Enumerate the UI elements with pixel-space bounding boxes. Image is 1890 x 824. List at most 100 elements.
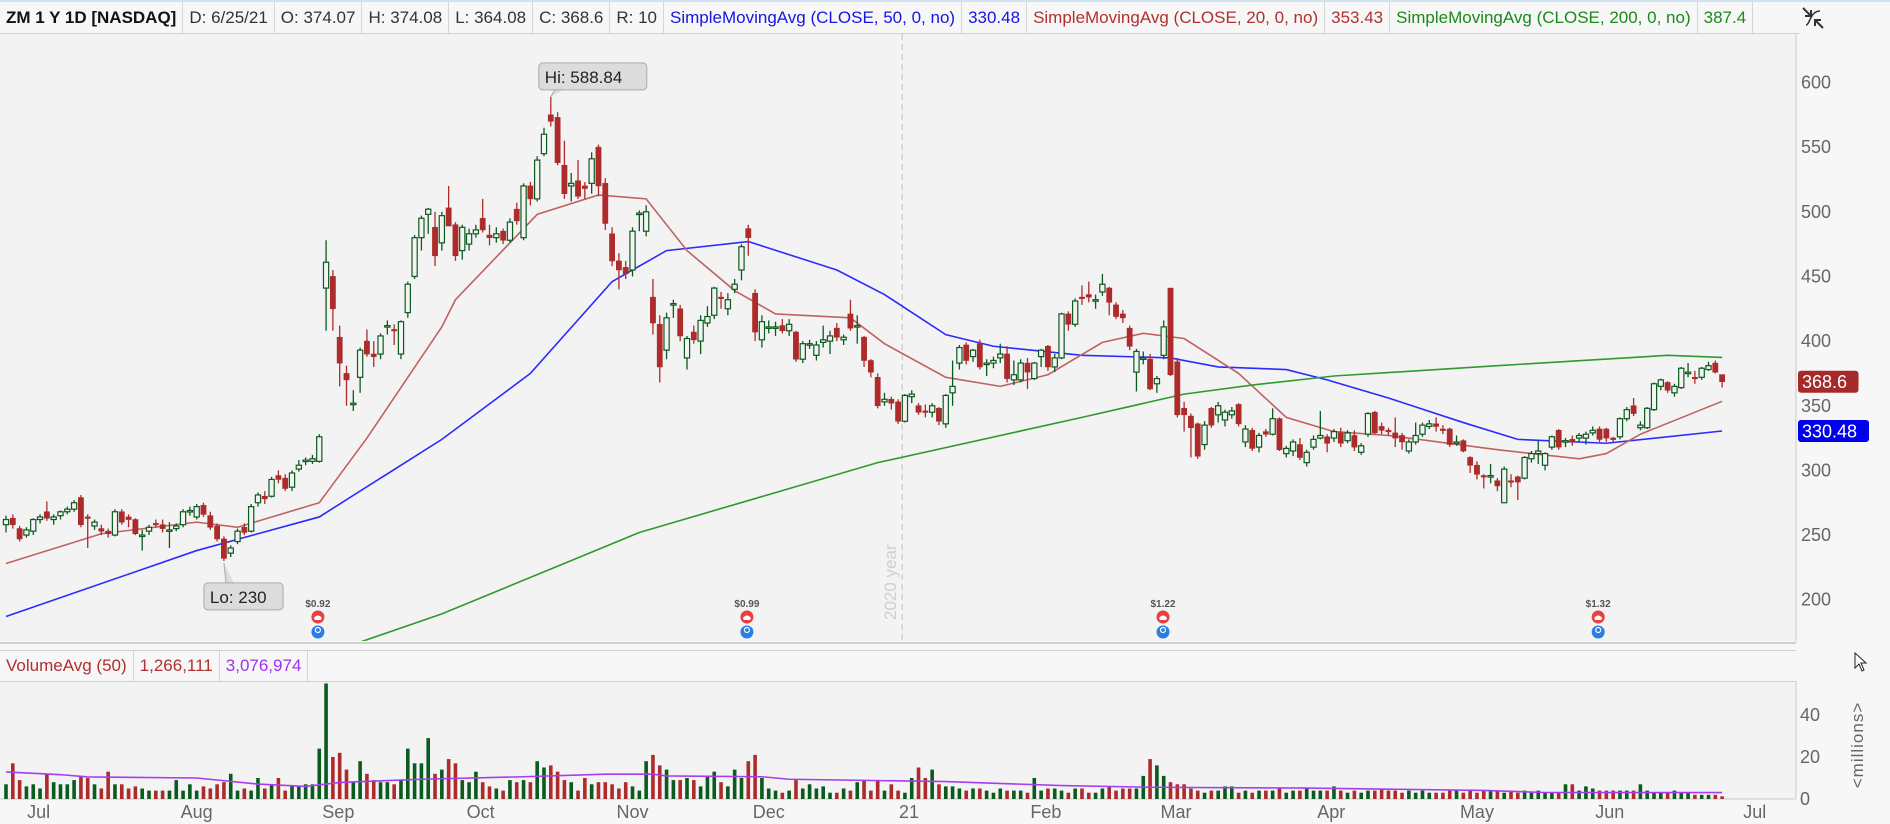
- volume-bar: [460, 780, 465, 799]
- candle-body: [1637, 424, 1644, 429]
- candle: [1419, 422, 1426, 437]
- candle-body: [1357, 445, 1365, 453]
- volume-bar: [562, 780, 567, 799]
- x-axis-month-label: Jul: [27, 802, 50, 822]
- candle-body: [793, 331, 799, 360]
- volume-bar: [1209, 790, 1214, 799]
- candle: [1521, 456, 1528, 480]
- candle-body: [479, 217, 486, 231]
- candle-body: [1051, 357, 1058, 368]
- volume-bar: [576, 790, 580, 799]
- candle-body: [758, 321, 766, 341]
- volume-avg-label[interactable]: VolumeAvg (50): [0, 651, 134, 681]
- candle-body: [1657, 379, 1665, 387]
- candle-body: [1644, 407, 1651, 429]
- candle-body: [227, 547, 234, 554]
- candle-body: [1106, 287, 1113, 303]
- volume-bar: [113, 784, 117, 799]
- volume-bar: [1284, 792, 1289, 799]
- volume-bar: [1693, 794, 1697, 799]
- volume-bar: [828, 792, 832, 799]
- candle-body: [1099, 283, 1106, 293]
- volume-bar: [630, 786, 635, 799]
- candle-body: [1630, 405, 1637, 414]
- candle: [1235, 403, 1242, 427]
- volume-bar: [1216, 790, 1220, 799]
- candle-body: [1351, 435, 1358, 448]
- candle-body: [1297, 444, 1303, 458]
- volume-bar: [739, 778, 744, 799]
- candle-body: [1228, 410, 1235, 416]
- candle-body: [642, 211, 650, 232]
- candle-body: [1167, 287, 1174, 376]
- volume-bar: [433, 773, 437, 799]
- price-tick-label: 200: [1801, 590, 1831, 610]
- candle: [942, 394, 949, 428]
- candle-body: [806, 343, 813, 346]
- volume-bar: [991, 792, 996, 799]
- volume-bar: [617, 788, 621, 799]
- candle-body: [282, 477, 289, 489]
- candle: [554, 112, 561, 166]
- price-volume-chart[interactable]: 2020 year 200 250 300 350 400 450 500 550 600 0 20…: [0, 0, 1890, 824]
- volume-bar: [746, 761, 751, 799]
- volume-bar: [1264, 790, 1268, 799]
- volume-bar: [119, 784, 124, 799]
- candle-body: [1623, 409, 1630, 420]
- candle: [316, 434, 323, 463]
- volume-bar: [337, 752, 342, 799]
- volume-bar: [692, 780, 696, 799]
- candle-body: [384, 324, 391, 328]
- candle-body: [1147, 358, 1153, 390]
- volume-tick-label: 40: [1800, 705, 1820, 725]
- candle-body: [622, 267, 629, 275]
- volume-bar: [208, 788, 213, 799]
- candle-body: [963, 344, 970, 361]
- volume-bar: [249, 790, 253, 799]
- candle: [1500, 466, 1508, 504]
- candle-body: [1596, 428, 1603, 440]
- volume-bar: [610, 784, 614, 799]
- volume-bar: [1236, 792, 1241, 799]
- sma50-price-badge: 330.48: [1802, 421, 1857, 441]
- volume-bar: [256, 778, 260, 799]
- candle-body: [928, 405, 936, 413]
- volume-bar: [1373, 790, 1377, 799]
- volume-bar: [1325, 790, 1329, 799]
- volume-bar: [1100, 788, 1105, 799]
- volume-bar: [903, 792, 907, 799]
- candle-body: [1698, 367, 1705, 378]
- candle-body: [125, 516, 132, 520]
- candle: [221, 536, 227, 561]
- volume-bar: [1134, 788, 1139, 799]
- candle-body: [173, 525, 180, 530]
- candle-body: [1650, 383, 1658, 411]
- volume-bar: [1366, 790, 1370, 799]
- price-tick-label: 500: [1801, 202, 1831, 222]
- volume-bar: [297, 786, 301, 799]
- candle-body: [1364, 412, 1372, 435]
- volume-bar: [1563, 784, 1568, 799]
- volume-bar: [705, 775, 710, 799]
- dividend-label: $0.92: [305, 599, 330, 610]
- candle-body: [288, 472, 296, 488]
- candle-body: [772, 326, 779, 329]
- candle-body: [302, 459, 309, 463]
- candle: [1460, 439, 1467, 453]
- candle-body: [200, 505, 207, 515]
- candle-body: [833, 327, 840, 338]
- candle-body: [568, 182, 575, 187]
- candle-body: [1419, 424, 1426, 435]
- dividend-label: $1.32: [1586, 599, 1611, 610]
- candle-body: [724, 299, 732, 310]
- volume-bar: [474, 771, 478, 799]
- x-axis-month-label: Sep: [322, 802, 354, 822]
- candle-body: [881, 398, 888, 403]
- candle-body: [745, 228, 752, 238]
- volume-bar: [1447, 790, 1452, 799]
- candle-body: [1555, 430, 1562, 448]
- candle-body: [179, 511, 187, 526]
- candle-body: [214, 525, 221, 540]
- candle-body: [1535, 450, 1542, 455]
- candle-body: [1664, 382, 1671, 391]
